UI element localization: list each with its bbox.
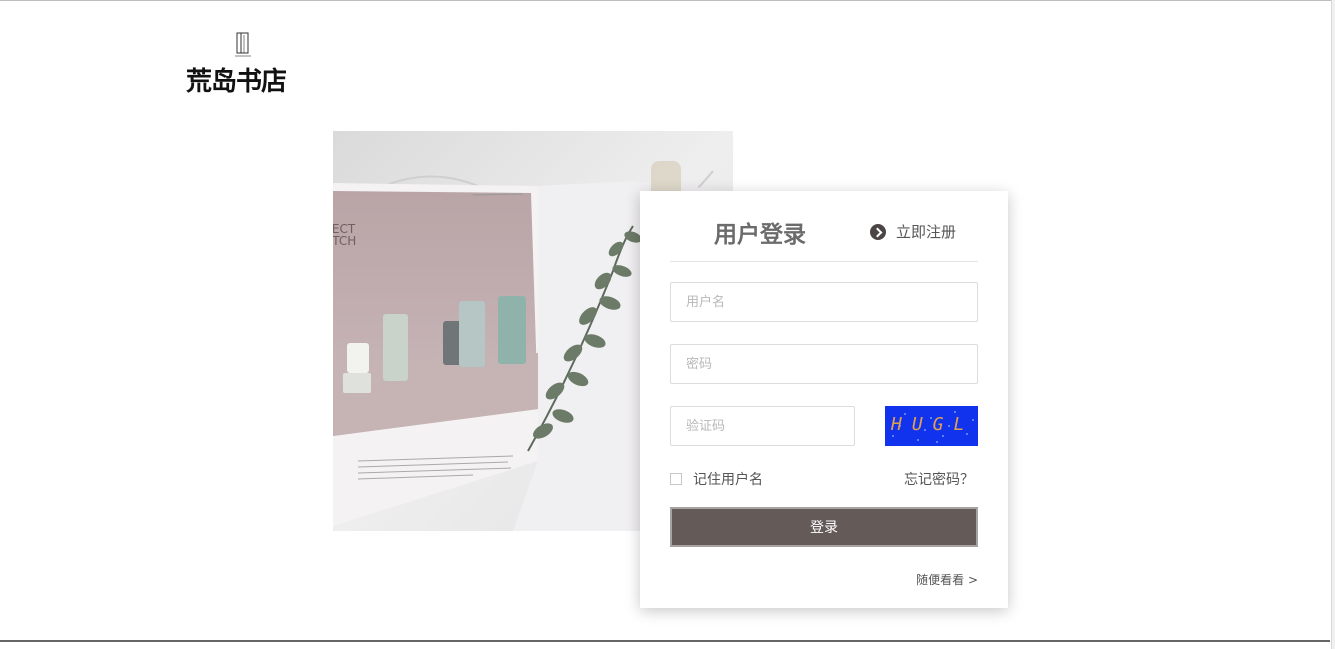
username-input[interactable] <box>670 282 978 322</box>
bottom-border <box>0 640 1330 642</box>
browse-link[interactable]: 随便看看 > <box>916 571 978 588</box>
chevron-right-circle-icon <box>870 223 886 240</box>
login-title: 用户登录 <box>714 222 806 248</box>
brand-logo[interactable]: 荒岛书店 <box>186 30 301 97</box>
top-border <box>0 0 1335 1</box>
password-input[interactable] <box>670 344 978 384</box>
remember-label: 记住用户名 <box>693 472 763 488</box>
captcha-input[interactable] <box>670 406 855 446</box>
captcha-text: HUGL <box>890 414 974 435</box>
forgot-password-link[interactable]: 忘记密码？ <box>904 469 974 489</box>
captcha-image[interactable]: HUGL <box>885 406 978 446</box>
remember-username[interactable]: 记住用户名 <box>670 469 763 489</box>
login-card: 用户登录 立即注册 HUGL 记住用户名 忘记密码？ 登录 随便看看 > <box>640 191 1008 608</box>
book-logo-icon <box>235 32 251 57</box>
brand-name: 荒岛书店 <box>186 67 287 97</box>
svg-text:ATCH: ATCH <box>333 234 356 248</box>
scrollbar[interactable] <box>1331 0 1335 649</box>
remember-checkbox[interactable] <box>670 473 682 485</box>
register-label: 立即注册 <box>896 223 957 241</box>
login-button[interactable]: 登录 <box>670 507 978 547</box>
register-link[interactable]: 立即注册 <box>870 221 956 242</box>
divider <box>670 261 978 262</box>
